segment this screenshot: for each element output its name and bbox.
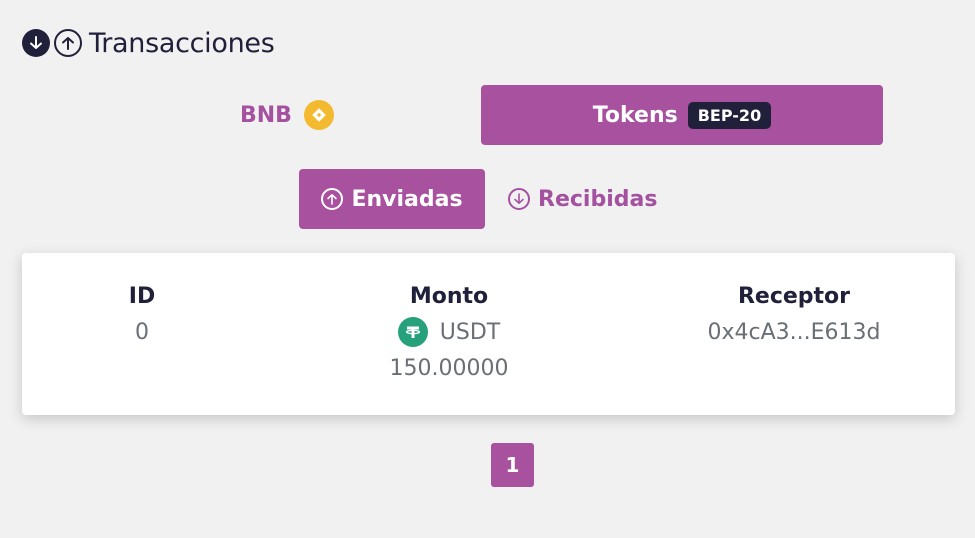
cell-id: 0 — [135, 320, 149, 345]
tab-tokens-label: Tokens — [592, 102, 678, 128]
arrow-up-circle-icon — [54, 29, 82, 57]
page-title: Transacciones — [89, 27, 275, 59]
arrow-down-circle-icon — [22, 29, 50, 57]
cell-token: USDT — [339, 317, 559, 347]
direction-tabs: Enviadas Recibidas — [0, 169, 975, 229]
tab-bnb-label: BNB — [240, 102, 292, 128]
tab-received[interactable]: Recibidas — [508, 169, 657, 229]
arrow-down-circle-icon — [508, 188, 530, 210]
transactions-header: Transacciones — [22, 27, 275, 59]
transactions-table: ID 0 Monto USDT 150.00000 Receptor 0x4cA… — [22, 253, 955, 415]
tab-sent-label: Enviadas — [351, 186, 463, 212]
tab-tokens[interactable]: Tokens BEP-20 — [481, 85, 883, 145]
transactions-page: Transacciones BNB Tokens BEP-20 Enviadas… — [0, 0, 975, 538]
column-amount: Monto USDT 150.00000 — [339, 283, 559, 383]
column-receiver: Receptor 0x4cA3...E613d — [674, 283, 914, 347]
column-header-receiver: Receptor — [737, 284, 851, 309]
arrow-up-circle-icon — [321, 188, 344, 210]
tab-sent[interactable]: Enviadas — [299, 169, 485, 229]
tab-received-label: Recibidas — [538, 186, 658, 212]
pagination-page-button[interactable]: 1 — [491, 443, 534, 487]
tether-icon — [397, 317, 428, 347]
column-header-amount: Monto — [409, 284, 489, 309]
cell-receiver[interactable]: 0x4cA3...E613d — [674, 319, 914, 347]
column-header-id: ID — [128, 284, 156, 309]
bnb-coin-icon — [303, 100, 334, 130]
token-standard-badge: BEP-20 — [687, 101, 772, 129]
tab-bnb[interactable]: BNB — [240, 85, 334, 145]
network-tabs: BNB Tokens BEP-20 — [0, 85, 975, 145]
column-id: ID 0 — [82, 283, 202, 347]
cell-amount: 150.00000 — [389, 356, 509, 381]
token-symbol: USDT — [439, 319, 501, 345]
